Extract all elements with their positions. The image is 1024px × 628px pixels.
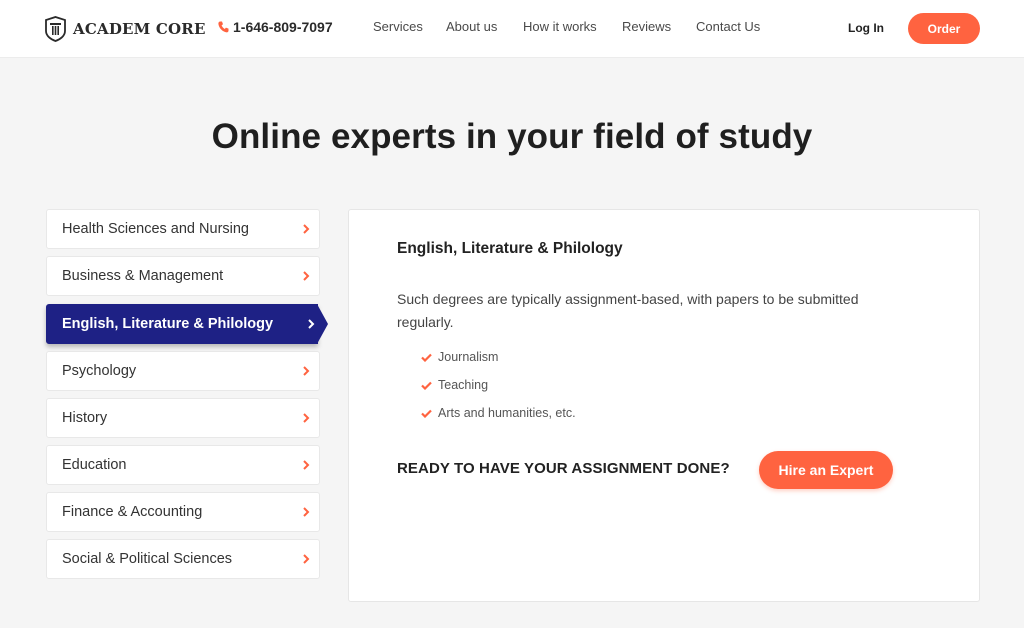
hire-expert-button[interactable]: Hire an Expert — [759, 451, 893, 489]
category-item-finance-accounting[interactable]: Finance & Accounting — [46, 492, 320, 532]
category-label: History — [62, 410, 108, 426]
category-item-social-political-sciences[interactable]: Social & Political Sciences — [46, 539, 320, 579]
chevron-right-icon — [303, 366, 310, 376]
site-header: ACADEM CORE 1-646-809-7097 Services Abou… — [0, 0, 1024, 58]
chevron-right-icon — [303, 507, 310, 517]
nav-contact-us[interactable]: Contact Us — [696, 19, 760, 34]
chevron-right-icon — [303, 554, 310, 564]
phone-icon — [218, 21, 229, 33]
category-detail-panel: English, Literature & Philology Such deg… — [348, 209, 980, 602]
category-label: Social & Political Sciences — [62, 551, 233, 567]
phone-number: 1-646-809-7097 — [233, 19, 333, 35]
order-button[interactable]: Order — [908, 13, 980, 44]
nav-about-us[interactable]: About us — [446, 19, 497, 34]
category-label: English, Literature & Philology — [62, 316, 274, 332]
category-item-history[interactable]: History — [46, 398, 320, 438]
category-label: Finance & Accounting — [62, 504, 203, 520]
panel-title: English, Literature & Philology — [397, 240, 623, 257]
category-item-business-management[interactable]: Business & Management — [46, 256, 320, 296]
chevron-right-icon — [303, 271, 310, 281]
nav-how-it-works[interactable]: How it works — [523, 19, 597, 34]
pillar-shield-icon — [45, 16, 66, 42]
category-label: Business & Management — [62, 268, 224, 284]
category-item-health-sciences-nursing[interactable]: Health Sciences and Nursing — [46, 209, 320, 249]
phone-link[interactable]: 1-646-809-7097 — [218, 19, 333, 35]
chevron-right-icon — [303, 224, 310, 234]
checkmark-icon — [421, 381, 432, 390]
nav-reviews[interactable]: Reviews — [622, 19, 671, 34]
checkmark-icon — [421, 409, 432, 418]
category-item-psychology[interactable]: Psychology — [46, 351, 320, 391]
nav-services[interactable]: Services — [373, 19, 423, 34]
logo-text: ACADEM CORE — [73, 20, 206, 38]
category-label: Psychology — [62, 363, 137, 379]
category-item-english-literature-philology[interactable]: English, Literature & Philology — [46, 304, 328, 344]
chevron-right-icon — [303, 460, 310, 470]
category-label: Education — [62, 457, 127, 473]
list-item: Journalism — [421, 350, 498, 364]
list-item: Arts and humanities, etc. — [421, 406, 576, 420]
list-item: Teaching — [421, 378, 488, 392]
chevron-right-icon — [308, 319, 315, 329]
category-label: Health Sciences and Nursing — [62, 221, 249, 237]
cta-text: READY TO HAVE YOUR ASSIGNMENT DONE? — [397, 460, 730, 477]
login-link[interactable]: Log In — [848, 21, 884, 35]
logo[interactable]: ACADEM CORE — [45, 15, 206, 43]
chevron-right-icon — [303, 413, 310, 423]
category-item-education[interactable]: Education — [46, 445, 320, 485]
checkmark-icon — [421, 353, 432, 362]
page-title: Online experts in your field of study — [211, 117, 813, 156]
panel-description: Such degrees are typically assignment-ba… — [397, 291, 859, 330]
